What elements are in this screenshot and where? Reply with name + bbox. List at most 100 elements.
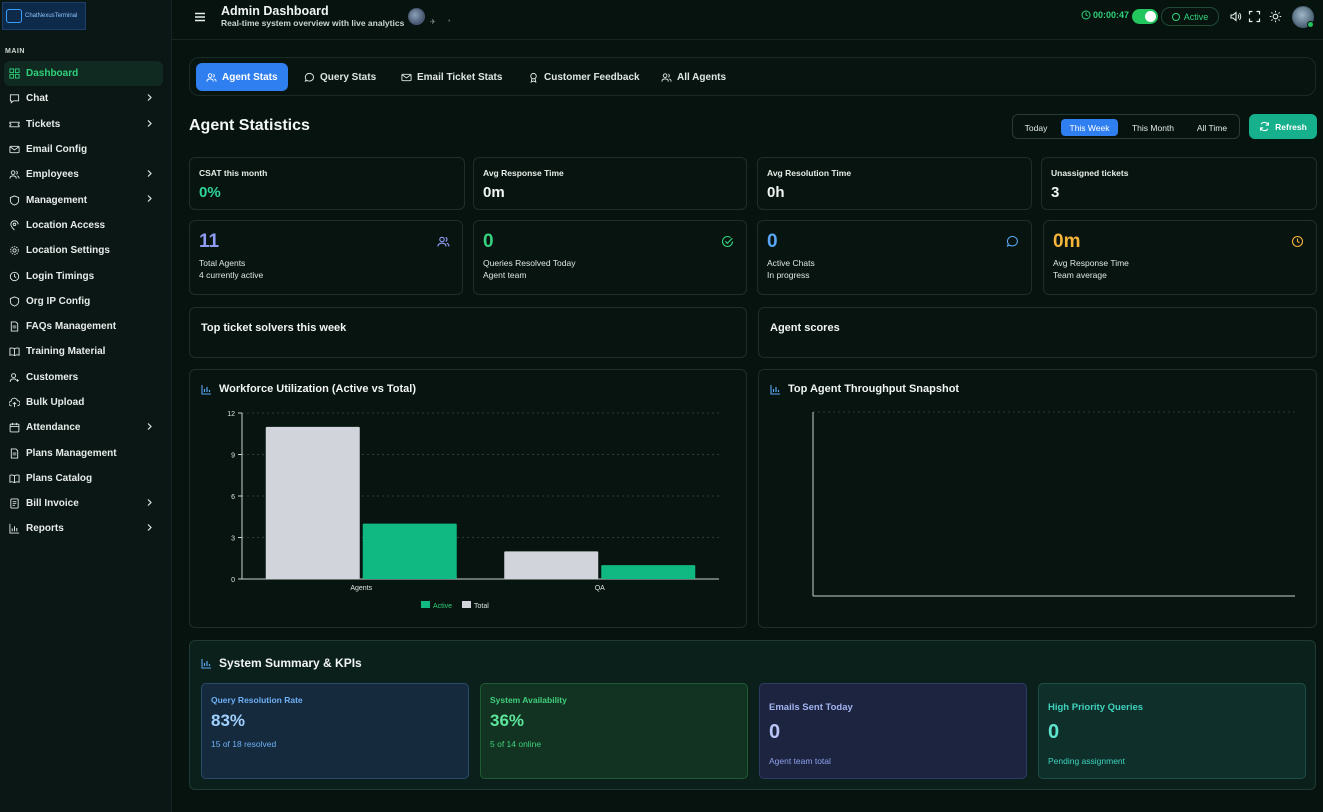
ticket-icon	[8, 118, 20, 130]
chevron-right-icon[interactable]	[145, 169, 154, 178]
tab-label: Customer Feedback	[544, 71, 640, 83]
metric-card-avg-response-time: 0m Avg Response Time Team average	[1043, 220, 1317, 295]
legend-label-total: Total	[474, 603, 489, 610]
clock-icon	[8, 270, 20, 282]
metric-card-queries-resolved: 0 Queries Resolved Today Agent team	[473, 220, 747, 295]
sidebar-item-dashboard[interactable]: Dashboard	[4, 61, 163, 87]
range-all-time[interactable]: All Time	[1188, 119, 1236, 136]
sidebar-item-management[interactable]: Management	[4, 187, 163, 212]
sidebar-item-plans-catalog[interactable]: Plans Catalog	[4, 466, 163, 491]
sidebar: ChatNexusTerminal MAIN Dashboard Chat Tick…	[0, 0, 172, 812]
sidebar-item-login-timings[interactable]: Login Timings	[4, 263, 163, 288]
kpi-label: System Availability	[490, 695, 567, 705]
users-icon	[437, 236, 450, 247]
tab-customer-feedback[interactable]: Customer Feedback	[518, 63, 650, 91]
location-icon	[8, 219, 20, 231]
stat-label: Avg Response Time	[483, 168, 564, 178]
kpi-high-priority-queries: High Priority Queries 0 Pending assignme…	[1038, 683, 1306, 779]
shield-icon	[8, 295, 20, 307]
sidebar-item-tickets[interactable]: Tickets	[4, 112, 163, 137]
workforce-bar-chart: 0 3 6 9 12 Agents QA Active Total	[227, 411, 719, 610]
sidebar-item-label: Bill Invoice	[26, 498, 79, 510]
sidebar-item-location-settings[interactable]: Location Settings	[4, 238, 163, 263]
system-summary-panel: System Summary & KPIs Query Resolution R…	[189, 640, 1316, 790]
book-icon	[8, 472, 20, 484]
metric-sublabel: Agent team	[483, 270, 527, 280]
sidebar-item-plans-management[interactable]: Plans Management	[4, 440, 163, 465]
sidebar-item-label: Login Timings	[26, 270, 95, 282]
kpi-emails-sent-today: Emails Sent Today 0 Agent team total	[759, 683, 1027, 779]
sidebar-item-attendance[interactable]: Attendance	[4, 415, 163, 440]
chevron-right-icon[interactable]	[145, 422, 154, 431]
kpi-sublabel: Pending assignment	[1048, 756, 1126, 766]
tab-agent-stats[interactable]: Agent Stats	[196, 63, 288, 91]
tab-label: Agent Stats	[222, 71, 278, 83]
menu-icon[interactable]	[194, 11, 206, 23]
tab-all-agents[interactable]: All Agents	[651, 63, 736, 91]
kpi-system-availability: System Availability 36% 5 of 14 online	[480, 683, 748, 779]
sidebar-item-training-material[interactable]: Training Material	[4, 339, 163, 364]
range-this-month[interactable]: This Month	[1124, 119, 1182, 136]
sidebar-item-label: Plans Catalog	[26, 472, 93, 484]
kpi-label: High Priority Queries	[1048, 702, 1144, 713]
tab-email-ticket-stats[interactable]: Email Ticket Stats	[391, 63, 512, 91]
range-today[interactable]: Today	[1017, 119, 1055, 136]
stat-card-csat: CSAT this month 0%	[189, 157, 465, 210]
status-label: Active	[1183, 11, 1209, 22]
sidebar-item-location-access[interactable]: Location Access	[4, 213, 163, 238]
page-header-subtitle: Real-time system overview with live anal…	[221, 18, 405, 28]
chart-title-wrap: Top Agent Throughput Snapshot	[770, 383, 959, 395]
kpi-sublabel: 5 of 14 online	[490, 739, 542, 749]
y-tick-label: 3	[231, 536, 235, 543]
bar-active-qa	[601, 565, 696, 579]
sidebar-item-customers[interactable]: Customers	[4, 365, 163, 390]
date-range-selector: Today This Week This Month All Time	[1012, 114, 1240, 139]
document-icon	[8, 447, 20, 459]
sun-icon[interactable]	[1269, 10, 1282, 23]
status-toggle[interactable]	[1132, 9, 1158, 24]
volume-icon[interactable]	[1229, 10, 1242, 23]
legend-swatch-total	[462, 601, 471, 608]
tab-query-stats[interactable]: Query Stats	[294, 63, 386, 91]
range-this-week[interactable]: This Week	[1061, 119, 1118, 136]
fullscreen-icon[interactable]	[1248, 10, 1261, 23]
avatar[interactable]	[1292, 6, 1314, 28]
calendar-icon	[8, 422, 20, 434]
logo-text: ChatNexusTerminal	[25, 12, 78, 19]
stats-tabs: Agent Stats Query Stats Email Ticket Sta…	[189, 57, 1316, 96]
sidebar-item-reports[interactable]: Reports	[4, 516, 163, 541]
stat-value: 0m	[483, 184, 505, 201]
app-logo[interactable]: ChatNexusTerminal	[2, 2, 86, 30]
legend-label-active: Active	[433, 603, 452, 610]
tab-label: Query Stats	[320, 71, 377, 83]
sidebar-item-org-ip-config[interactable]: Org IP Config	[4, 289, 163, 314]
timer-value: 00:00:47	[1093, 10, 1130, 20]
document-icon	[8, 321, 20, 333]
kpi-sublabel: 15 of 18 resolved	[211, 739, 277, 749]
metric-value: 0m	[1053, 231, 1081, 252]
chart-title: Workforce Utilization (Active vs Total)	[219, 383, 417, 395]
stat-label: Unassigned tickets	[1051, 168, 1129, 178]
refresh-button[interactable]: Refresh	[1249, 114, 1317, 139]
sidebar-item-faqs-management[interactable]: FAQs Management	[4, 314, 163, 339]
sidebar-item-label: Location Settings	[26, 245, 110, 257]
stat-card-avg-resolution: Avg Resolution Time 0h	[757, 157, 1032, 210]
bar-total-qa	[504, 551, 599, 579]
chevron-right-icon[interactable]	[145, 498, 154, 507]
sidebar-item-bulk-upload[interactable]: Bulk Upload	[4, 390, 163, 415]
sidebar-item-employees[interactable]: Employees	[4, 162, 163, 187]
chevron-right-icon[interactable]	[145, 523, 154, 532]
chevron-right-icon[interactable]	[145, 194, 154, 203]
sidebar-item-chat[interactable]: Chat	[4, 86, 163, 111]
sidebar-item-email-config[interactable]: Email Config	[4, 137, 163, 162]
chevron-right-icon[interactable]	[145, 119, 154, 128]
chevron-right-icon[interactable]	[145, 93, 154, 102]
page-title: Agent Statistics	[189, 117, 310, 134]
throughput-chart-panel: Top Agent Throughput Snapshot	[758, 369, 1317, 628]
stat-card-avg-response: Avg Response Time 0m	[473, 157, 747, 210]
kpi-label: Emails Sent Today	[769, 702, 853, 713]
chat-icon	[304, 72, 314, 82]
sidebar-item-bill-invoice[interactable]: Bill Invoice	[4, 491, 163, 516]
sidebar-item-label: Bulk Upload	[26, 397, 85, 408]
y-tick-label: 0	[231, 577, 235, 584]
